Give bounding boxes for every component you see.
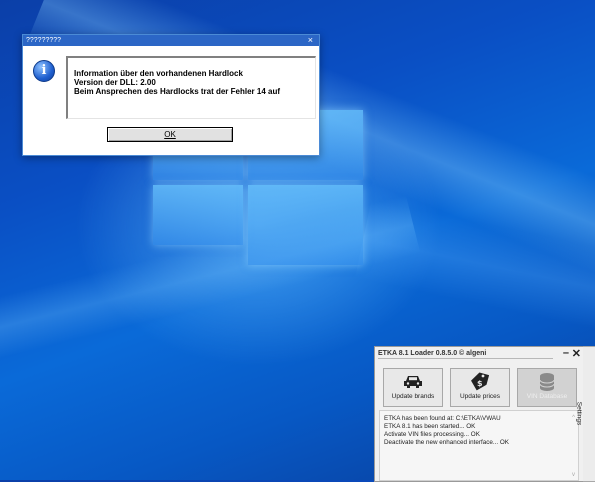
close-button[interactable]: ✕ xyxy=(572,347,581,360)
scroll-down-arrow[interactable]: v xyxy=(572,472,575,478)
message-line: Version der DLL: 2.00 xyxy=(74,78,156,87)
info-icon: i xyxy=(33,60,55,82)
settings-tab-label: Settings xyxy=(575,401,583,426)
desktop-light-beam xyxy=(354,199,595,341)
update-brands-button[interactable]: Update brands xyxy=(383,368,443,407)
vin-database-label: VIN Database xyxy=(526,393,568,400)
update-brands-label: Update brands xyxy=(391,393,435,400)
update-prices-button[interactable]: $ Update prices xyxy=(450,368,510,407)
svg-text:$: $ xyxy=(477,379,483,388)
log-line: Activate VIN files processing... OK xyxy=(384,431,480,438)
dialog-title: ????????? xyxy=(26,37,62,44)
log-line: ETKA has been found at: C:\ETKA\VWAU xyxy=(384,415,501,422)
loader-title: ETKA 8.1 Loader 0.8.5.0 © algeni xyxy=(378,350,487,357)
log-output[interactable]: ETKA has been found at: C:\ETKA\VWAU ETK… xyxy=(379,410,579,481)
dialog-titlebar[interactable]: ????????? × xyxy=(23,35,319,46)
log-line: Deactivate the new enhanced interface...… xyxy=(384,439,509,446)
windows-logo-pane xyxy=(248,185,363,265)
settings-tab[interactable]: Settings xyxy=(575,346,595,482)
message-box: Information über den vorhandenen Hardloc… xyxy=(66,56,316,119)
message-line: Beim Ansprechen des Hardlocks trat der F… xyxy=(74,87,280,96)
log-line: ETKA 8.1 has been started... OK xyxy=(384,423,476,430)
message-line: Information über den vorhandenen Hardloc… xyxy=(74,69,243,78)
vin-database-button[interactable]: VIN Database xyxy=(517,368,577,407)
update-prices-label: Update prices xyxy=(459,393,501,400)
etka-loader-window: ETKA 8.1 Loader 0.8.5.0 © algeni – ✕ Upd… xyxy=(374,346,584,482)
hardlock-dialog: ????????? × i Information über den vorha… xyxy=(22,34,320,156)
car-icon xyxy=(384,371,442,393)
header-divider xyxy=(378,358,553,359)
price-tag-icon: $ xyxy=(451,371,509,393)
windows-logo-pane xyxy=(153,185,243,245)
dialog-close-button[interactable]: × xyxy=(308,35,313,46)
ok-button[interactable]: OK xyxy=(107,127,233,142)
minimize-button[interactable]: – xyxy=(563,347,569,359)
loader-header: ETKA 8.1 Loader 0.8.5.0 © algeni – ✕ xyxy=(375,347,583,363)
database-icon xyxy=(518,371,576,393)
